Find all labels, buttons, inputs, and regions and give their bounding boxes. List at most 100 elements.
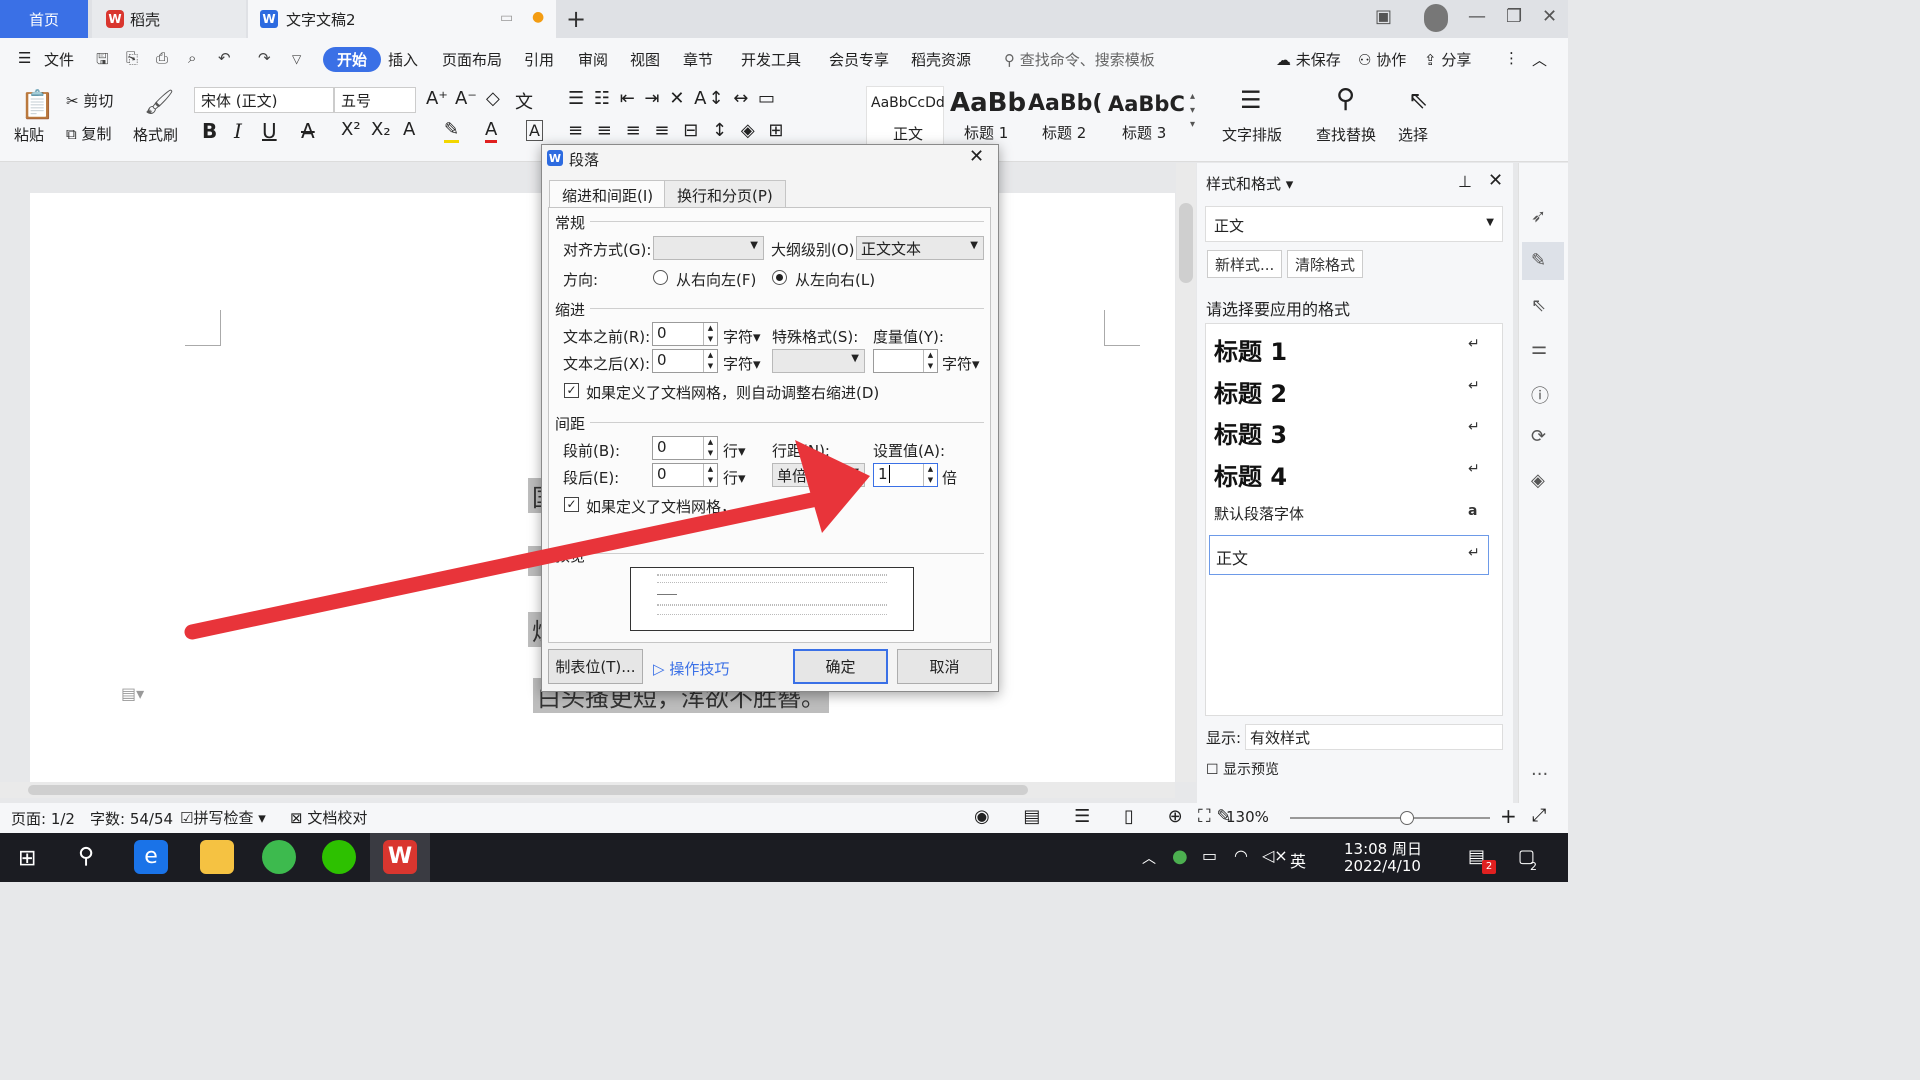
line-spacing-select[interactable]: 单倍行 ▼ <box>772 463 865 487</box>
menu-chapter[interactable]: 章节 <box>683 49 713 70</box>
pen-icon[interactable]: ✎ <box>1531 250 1546 271</box>
dialog-close-icon[interactable]: ✕ <box>969 146 984 167</box>
tips-link[interactable]: ▷ 操作技巧 <box>653 658 729 679</box>
find-replace-button[interactable]: 查找替换 <box>1316 124 1376 145</box>
print-icon[interactable]: ⎙ <box>156 49 168 67</box>
tab-daoke[interactable]: W 稻壳 <box>92 0 246 38</box>
unsaved-button[interactable]: ☁ 未保存 <box>1276 49 1341 70</box>
style-normal[interactable]: AaBbCcDd 正文 <box>866 86 945 146</box>
clear-format-button[interactable]: 清除格式 <box>1287 250 1364 278</box>
outline-select[interactable]: 正文文本 ▼ <box>856 236 984 260</box>
after-para-unit[interactable]: 行▾ <box>723 467 746 488</box>
spin-up-icon[interactable]: ▲ <box>703 464 717 475</box>
clear-format-icon[interactable]: ◇ <box>486 88 500 109</box>
text-layout-icon[interactable]: ☰ <box>1240 86 1262 114</box>
before-para-input[interactable]: 0 ▲ ▼ <box>652 436 718 460</box>
taskbar-search-icon[interactable]: ⚲ <box>78 844 94 869</box>
close-window-icon[interactable]: ✕ <box>1542 6 1557 27</box>
restore-icon[interactable]: ❐ <box>1506 6 1522 27</box>
menu-view[interactable]: 视图 <box>630 49 660 70</box>
fit-page-icon[interactable]: ⛶ <box>1198 806 1211 827</box>
ltr-radio[interactable] <box>772 270 787 285</box>
menu-start[interactable]: 开始 <box>323 47 382 72</box>
style-list-heading4[interactable]: 标题 4 <box>1214 457 1287 492</box>
more-icon[interactable]: ⋮ <box>1504 49 1519 67</box>
input-method[interactable]: 英 <box>1290 848 1306 872</box>
clock-date[interactable]: 2022/4/10 <box>1344 857 1421 875</box>
style-scroll-icon[interactable]: ▴ ▾ ▾ <box>1190 90 1195 132</box>
page-count[interactable]: 页面: 1/2 <box>11 808 75 829</box>
italic-icon[interactable]: I <box>234 119 242 143</box>
strikethrough-icon[interactable]: A <box>301 119 315 143</box>
proofread-button[interactable]: ⊠ 文档校对 <box>290 807 367 828</box>
avatar[interactable] <box>1424 4 1448 32</box>
special-format-select[interactable]: ▼ <box>772 349 865 373</box>
vertical-scrollbar[interactable] <box>1176 163 1196 782</box>
spell-check-button[interactable]: ☑拼写检查 ▾ <box>180 807 266 828</box>
zoom-slider-thumb[interactable] <box>1400 811 1414 825</box>
help-icon[interactable]: ⓘ <box>1531 382 1549 408</box>
spin-up-icon[interactable]: ▲ <box>703 323 717 334</box>
style-list-heading3[interactable]: 标题 3 <box>1214 415 1287 450</box>
spin-up-icon[interactable]: ▲ <box>923 464 937 475</box>
new-tab-button[interactable]: + <box>566 5 586 33</box>
ok-button[interactable]: 确定 <box>793 649 888 684</box>
phonetic-icon[interactable]: 文 <box>515 88 533 114</box>
ie-browser-icon[interactable]: e <box>134 840 168 874</box>
style-heading1[interactable]: AaBb 标题 1 <box>946 86 1026 146</box>
select-cursor-icon[interactable]: ⇖ <box>1408 86 1428 114</box>
underline-icon[interactable]: U <box>262 119 277 143</box>
paste-button[interactable]: 粘贴 <box>14 124 44 145</box>
font-size-select[interactable]: 五号 <box>334 87 416 113</box>
cut-button[interactable]: ✂ 剪切 <box>66 90 113 111</box>
menu-daoke-resources[interactable]: 稻壳资源 <box>911 49 971 70</box>
grow-font-icon[interactable]: A⁺ <box>426 88 448 109</box>
spin-up-icon[interactable]: ▲ <box>703 350 717 361</box>
subscript-icon[interactable]: X₂ <box>371 119 391 140</box>
shrink-font-icon[interactable]: A⁻ <box>455 88 477 109</box>
after-para-input[interactable]: 0 ▲ ▼ <box>652 463 718 487</box>
export-pdf-icon[interactable]: ⎘ <box>126 49 138 67</box>
before-text-input[interactable]: 0 ▲ ▼ <box>652 322 718 346</box>
new-style-button[interactable]: 新样式... <box>1207 250 1283 278</box>
menu-member[interactable]: 会员专享 <box>829 49 889 70</box>
fullscreen-icon[interactable]: ⤢ <box>1532 805 1546 826</box>
spin-down-icon[interactable]: ▼ <box>703 448 717 459</box>
spin-down-icon[interactable]: ▼ <box>923 361 937 372</box>
paste-icon[interactable]: 📋 <box>20 88 55 121</box>
find-replace-icon[interactable]: ⚲ <box>1336 84 1355 114</box>
menu-developer[interactable]: 开发工具 <box>741 49 801 70</box>
battery-icon[interactable]: ▭ <box>1202 846 1217 865</box>
select-button[interactable]: 选择 <box>1398 124 1428 145</box>
tab-indent-spacing[interactable]: 缩进和间距(I) <box>549 180 667 209</box>
spin-down-icon[interactable]: ▼ <box>923 475 937 486</box>
sliders-icon[interactable]: ⚌ <box>1531 338 1547 359</box>
menu-references[interactable]: 引用 <box>524 49 554 70</box>
spin-down-icon[interactable]: ▼ <box>703 334 717 345</box>
before-text-unit[interactable]: 字符▾ <box>723 326 761 347</box>
print-preview-icon[interactable]: ⌕ <box>188 49 196 67</box>
tab-home[interactable]: 首页 <box>0 0 88 38</box>
style-heading2[interactable]: AaBb( 标题 2 <box>1026 86 1106 146</box>
style-list-heading1[interactable]: 标题 1 <box>1214 332 1287 367</box>
align-select[interactable]: ▼ <box>653 236 764 260</box>
zoom-in-icon[interactable]: + <box>1500 804 1517 828</box>
window-layout-icon[interactable]: ▣ <box>1375 6 1392 27</box>
green-browser-icon[interactable] <box>262 840 296 874</box>
more-tools-icon[interactable]: ··· <box>1531 764 1548 785</box>
superscript-icon[interactable]: X² <box>341 119 361 140</box>
hamburger-icon[interactable]: ☰ <box>18 49 31 67</box>
menu-insert[interactable]: 插入 <box>388 49 418 70</box>
show-preview-checkbox[interactable]: ☐ 显示预览 <box>1206 759 1279 779</box>
share-button[interactable]: ⇪ 分享 <box>1424 49 1471 70</box>
bold-icon[interactable]: B <box>202 119 217 143</box>
tab-document[interactable]: W 文字文稿2 ▭ ● <box>248 0 556 38</box>
font-family-select[interactable]: 宋体 (正文) <box>194 87 334 113</box>
tray-app-icon[interactable]: ● <box>1172 846 1188 867</box>
rocket-icon[interactable]: ➶ <box>1531 206 1546 227</box>
clock-time[interactable]: 13:08 周日 <box>1344 838 1422 859</box>
minimize-icon[interactable]: — <box>1468 6 1486 27</box>
menu-file[interactable]: 文件 <box>44 49 74 70</box>
tabs-button[interactable]: 制表位(T)... <box>548 649 643 684</box>
menu-review[interactable]: 审阅 <box>578 49 608 70</box>
